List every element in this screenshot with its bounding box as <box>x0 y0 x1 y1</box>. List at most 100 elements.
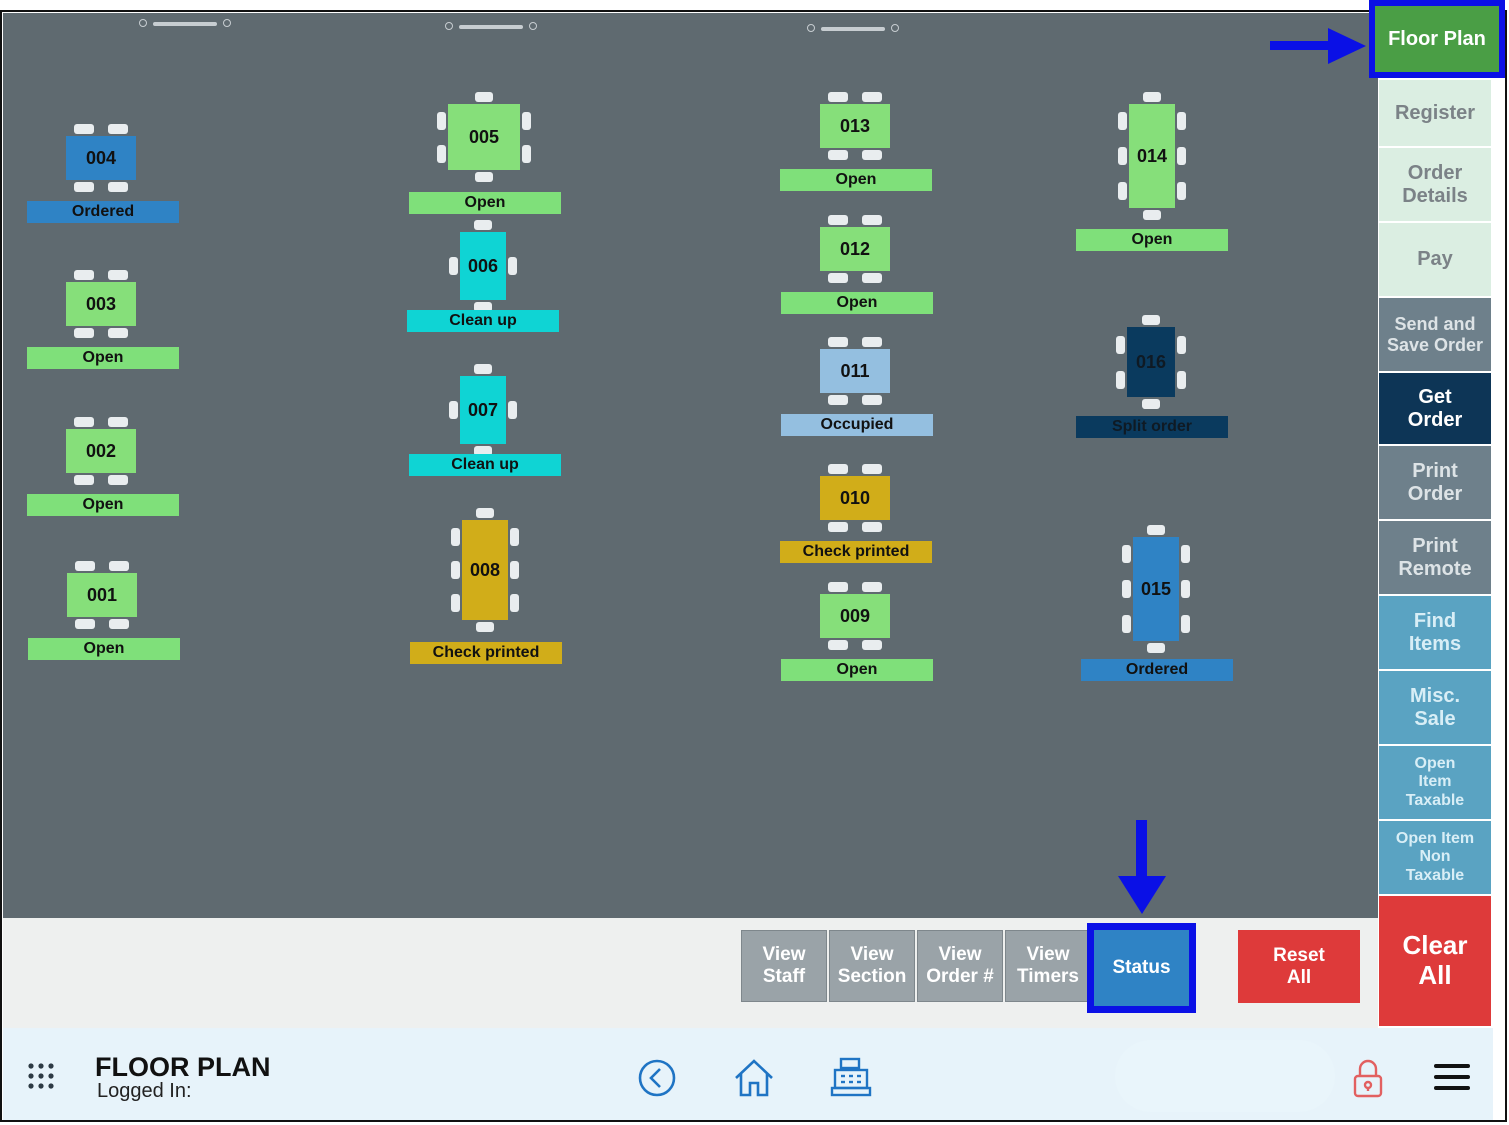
chair <box>449 401 458 419</box>
table-top[interactable]: 010 <box>820 476 890 520</box>
chair <box>74 475 94 485</box>
misc-sale-label: Misc. Sale <box>1409 684 1461 730</box>
register-button[interactable]: Register <box>1379 80 1491 148</box>
print-remote-button[interactable]: Print Remote <box>1379 521 1491 596</box>
chair <box>474 220 492 230</box>
home-icon[interactable] <box>732 1056 776 1100</box>
table-top[interactable]: 014 <box>1129 104 1175 208</box>
chair <box>1122 545 1131 564</box>
table-status-label: Occupied <box>781 414 933 436</box>
pay-button[interactable]: Pay <box>1379 223 1491 298</box>
send-save-order-button[interactable]: Send and Save Order <box>1379 298 1491 373</box>
hamburger-menu-icon[interactable] <box>1434 1062 1470 1092</box>
chair <box>510 561 519 579</box>
print-order-label: Print Order <box>1407 459 1463 505</box>
misc-sale-button[interactable]: Misc. Sale <box>1379 671 1491 746</box>
chair <box>476 508 494 518</box>
find-items-button[interactable]: Find Items <box>1379 596 1491 671</box>
chair <box>862 337 882 347</box>
table-status-label: Clean up <box>407 310 559 332</box>
view-section-button[interactable]: View Section <box>829 930 915 1002</box>
annotation-arrow-right <box>1270 26 1370 66</box>
reset-all-button[interactable]: Reset All <box>1238 930 1360 1003</box>
chair <box>522 144 531 163</box>
clear-all-button[interactable]: Clear All <box>1379 896 1491 1026</box>
status-button[interactable]: Status <box>1087 923 1196 1013</box>
table-top[interactable]: 001 <box>67 573 137 617</box>
chair <box>74 182 94 192</box>
chair <box>1177 370 1186 389</box>
cash-register-icon[interactable] <box>829 1056 873 1098</box>
chair <box>828 395 848 405</box>
chair <box>109 619 129 629</box>
lock-icon[interactable] <box>1351 1058 1385 1100</box>
chair <box>1147 525 1165 535</box>
status-label: Status <box>1112 957 1171 978</box>
chair <box>475 92 493 102</box>
section-connector <box>807 24 899 32</box>
table-top[interactable]: 012 <box>820 227 890 271</box>
chair <box>475 172 493 182</box>
chair <box>828 464 848 474</box>
chair <box>862 522 882 532</box>
grid-menu-icon[interactable] <box>27 1062 57 1092</box>
order-details-button[interactable]: Order Details <box>1379 148 1491 223</box>
chair <box>508 401 517 419</box>
view-timers-button[interactable]: View Timers <box>1005 930 1091 1002</box>
chair <box>476 622 494 632</box>
chair <box>451 527 460 546</box>
print-order-button[interactable]: Print Order <box>1379 446 1491 521</box>
chair <box>522 111 531 130</box>
get-order-button[interactable]: Get Order <box>1379 373 1491 446</box>
table-status-label: Open <box>780 169 932 191</box>
print-remote-label: Print Remote <box>1398 534 1472 580</box>
open-item-non-taxable-label: Open Item Non Taxable <box>1395 829 1475 884</box>
chair <box>1177 181 1186 200</box>
chair <box>108 328 128 338</box>
open-item-taxable-label: Open Item Taxable <box>1405 754 1465 809</box>
logged-in-label: Logged In: <box>97 1080 192 1102</box>
table-top[interactable]: 016 <box>1127 327 1175 397</box>
table-top[interactable]: 008 <box>462 520 508 620</box>
view-order-label: View Order # <box>926 944 994 987</box>
chair <box>108 182 128 192</box>
annotation-arrow-down <box>1116 820 1168 916</box>
open-item-non-taxable-button[interactable]: Open Item Non Taxable <box>1379 821 1491 896</box>
chair <box>437 111 446 130</box>
chair <box>1118 147 1127 165</box>
table-top[interactable]: 013 <box>820 104 890 148</box>
chair <box>1122 614 1131 633</box>
section-connector <box>139 19 231 27</box>
chair <box>828 273 848 283</box>
view-order-number-button[interactable]: View Order # <box>917 930 1003 1002</box>
view-staff-button[interactable]: View Staff <box>741 930 827 1002</box>
table-status-label: Clean up <box>409 454 561 476</box>
table-top[interactable]: 009 <box>820 594 890 638</box>
table-top[interactable]: 006 <box>460 232 506 300</box>
back-circle-icon[interactable] <box>637 1058 677 1098</box>
table-status-label: Open <box>27 347 179 369</box>
chair <box>474 364 492 374</box>
table-top[interactable]: 004 <box>66 136 136 180</box>
chair <box>74 417 94 427</box>
table-top[interactable]: 007 <box>460 376 506 444</box>
table-top[interactable]: 002 <box>66 429 136 473</box>
get-order-label: Get Order <box>1407 385 1463 431</box>
user-status-pill <box>1115 1040 1335 1112</box>
chair <box>828 150 848 160</box>
table-top[interactable]: 005 <box>448 104 520 170</box>
floor-plan-button[interactable]: Floor Plan <box>1369 0 1505 78</box>
chair <box>1143 210 1161 220</box>
floor-plan-label: Floor Plan <box>1388 27 1486 50</box>
table-top[interactable]: 003 <box>66 282 136 326</box>
table-top[interactable]: 015 <box>1133 537 1179 641</box>
open-item-taxable-button[interactable]: Open Item Taxable <box>1379 746 1491 821</box>
table-status-label: Open <box>28 638 180 660</box>
chair <box>828 337 848 347</box>
chair <box>75 619 95 629</box>
chair <box>1116 335 1125 354</box>
chair <box>862 582 882 592</box>
table-top[interactable]: 011 <box>820 349 890 393</box>
footer-bar: FLOOR PLAN Logged In: <box>3 1028 1493 1120</box>
order-details-label: Order Details <box>1402 161 1468 207</box>
